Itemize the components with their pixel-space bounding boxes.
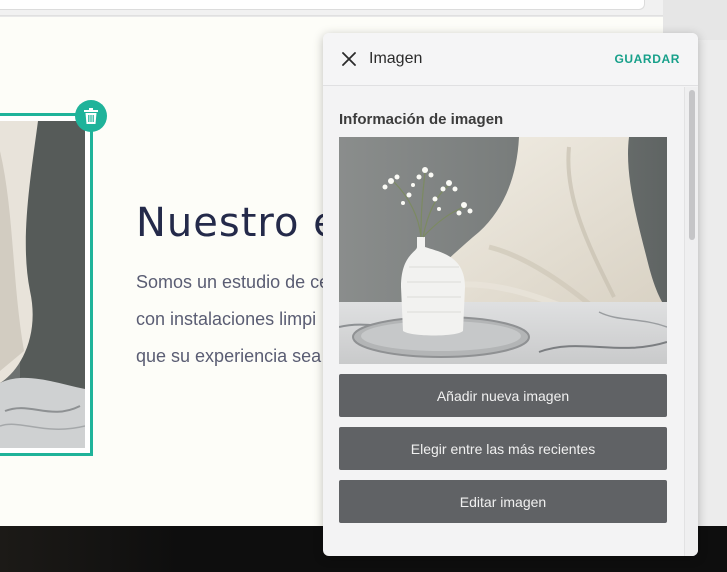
selected-image-art: [0, 121, 85, 448]
panel-scrollbar[interactable]: [684, 87, 698, 556]
choose-recent-image-button[interactable]: Elegir entre las más recientes: [339, 427, 667, 470]
panel-title: Imagen: [369, 50, 423, 67]
add-new-image-button[interactable]: Añadir nueva imagen: [339, 374, 667, 417]
image-preview-art: [339, 137, 667, 364]
hero-line-3: que su experiencia sea: [136, 346, 322, 366]
panel-header: Imagen GUARDAR: [323, 33, 698, 86]
hero-line-1: Somos un estudio de ce: [136, 272, 326, 292]
editor-top-strip: [0, 0, 663, 16]
panel-scrollbar-thumb[interactable]: [689, 90, 695, 240]
selected-image[interactable]: [0, 121, 85, 448]
trash-icon: [84, 108, 98, 124]
panel-body: Información de imagen Añadir nueva image…: [323, 87, 684, 556]
save-button[interactable]: GUARDAR: [614, 52, 680, 66]
hero-heading: Nuestro e: [136, 200, 336, 246]
edit-image-button[interactable]: Editar imagen: [339, 480, 667, 523]
editor-right-gutter-inner: [698, 40, 727, 527]
hero-paragraph: Somos un estudio de ce con instalaciones…: [136, 264, 326, 375]
close-icon: [342, 52, 356, 66]
url-bar-edge: [0, 0, 645, 10]
image-info-label: Información de imagen: [339, 111, 504, 128]
close-panel-button[interactable]: [339, 49, 359, 69]
delete-image-button[interactable]: [75, 100, 107, 132]
image-preview: [339, 137, 667, 364]
image-settings-panel: Imagen GUARDAR Información de imagen Aña…: [323, 33, 698, 556]
hero-line-2: con instalaciones limpi: [136, 309, 317, 329]
